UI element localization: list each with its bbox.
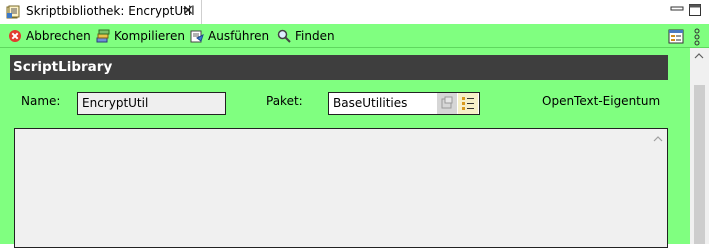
compile-button[interactable]: Kompilieren (96, 27, 185, 45)
editor-tab-bar: Skriptbibliothek: EncryptUtil ✕ (0, 0, 709, 24)
cancel-label: Abbrechen (26, 29, 91, 43)
script-text-area[interactable] (14, 128, 668, 248)
package-browse-icon (462, 97, 474, 110)
find-label: Finden (295, 29, 335, 43)
section-title: ScriptLibrary (13, 59, 113, 75)
cancel-icon (9, 30, 21, 42)
maximize-icon[interactable] (688, 3, 702, 17)
run-label: Ausführen (208, 29, 270, 43)
package-open-icon (441, 96, 453, 109)
compile-label: Kompilieren (114, 29, 185, 43)
package-value: BaseUtilities (333, 96, 408, 110)
cancel-button[interactable]: Abbrechen (8, 27, 91, 45)
view-menu-icon[interactable] (693, 28, 701, 46)
outline-view-icon[interactable] (668, 29, 684, 45)
ownership-label: OpenText-Eigentum (542, 94, 661, 108)
run-icon (190, 30, 204, 43)
package-browse-button[interactable] (458, 93, 478, 114)
editor-toolbar: Abbrechen Kompilieren Ausführen Finden (0, 24, 709, 48)
minimize-icon[interactable] (670, 2, 684, 18)
name-label: Name: (21, 94, 61, 108)
name-field[interactable]: EncryptUtil (77, 92, 226, 115)
package-label: Paket: (266, 94, 303, 108)
tab-script-library[interactable]: Skriptbibliothek: EncryptUtil ✕ (0, 0, 202, 24)
magnifier-icon (277, 29, 291, 43)
package-open-button[interactable] (437, 93, 457, 114)
scrollbar-thumb[interactable] (694, 85, 705, 244)
find-button[interactable]: Finden (277, 27, 335, 45)
compile-icon (96, 29, 110, 43)
tab-title: Skriptbibliothek: EncryptUtil (26, 4, 195, 18)
close-icon[interactable]: ✕ (181, 2, 195, 20)
script-library-icon (6, 5, 20, 19)
run-button[interactable]: Ausführen (190, 27, 269, 45)
scroll-up-arrow-icon[interactable] (693, 50, 705, 62)
scroll-up-arrow-icon[interactable] (651, 133, 665, 145)
